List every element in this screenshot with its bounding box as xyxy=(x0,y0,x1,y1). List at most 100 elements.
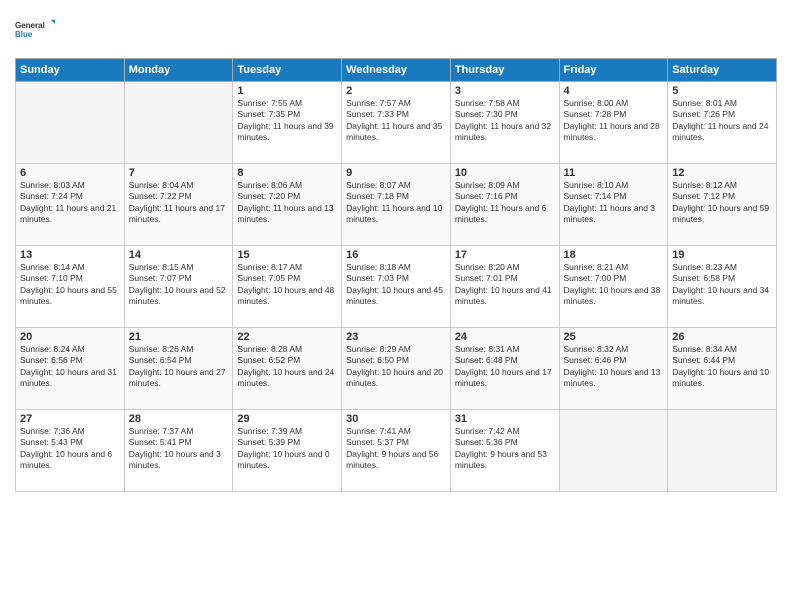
logo: General Blue xyxy=(15,10,55,50)
calendar-cell: 17 Sunrise: 8:20 AM Sunset: 7:01 PM Dayl… xyxy=(450,246,559,328)
day-header-sunday: Sunday xyxy=(16,59,125,82)
day-number: 24 xyxy=(455,331,555,343)
calendar-cell: 30 Sunrise: 7:41 AM Sunset: 5:37 PM Dayl… xyxy=(342,410,451,492)
day-number: 1 xyxy=(237,85,337,97)
day-header-thursday: Thursday xyxy=(450,59,559,82)
day-info: Sunrise: 8:24 AM Sunset: 6:56 PM Dayligh… xyxy=(20,344,120,390)
day-info: Sunrise: 8:18 AM Sunset: 7:03 PM Dayligh… xyxy=(346,262,446,308)
day-info: Sunrise: 8:09 AM Sunset: 7:16 PM Dayligh… xyxy=(455,180,555,226)
day-number: 5 xyxy=(672,85,772,97)
calendar-cell: 9 Sunrise: 8:07 AM Sunset: 7:18 PM Dayli… xyxy=(342,164,451,246)
day-number: 16 xyxy=(346,249,446,261)
day-number: 14 xyxy=(129,249,229,261)
day-info: Sunrise: 7:39 AM Sunset: 5:39 PM Dayligh… xyxy=(237,426,337,472)
calendar-cell: 8 Sunrise: 8:06 AM Sunset: 7:20 PM Dayli… xyxy=(233,164,342,246)
calendar-cell: 3 Sunrise: 7:58 AM Sunset: 7:30 PM Dayli… xyxy=(450,82,559,164)
day-number: 7 xyxy=(129,167,229,179)
calendar-cell xyxy=(668,410,777,492)
week-row-3: 13 Sunrise: 8:14 AM Sunset: 7:10 PM Dayl… xyxy=(16,246,777,328)
calendar-cell: 13 Sunrise: 8:14 AM Sunset: 7:10 PM Dayl… xyxy=(16,246,125,328)
day-number: 13 xyxy=(20,249,120,261)
day-header-tuesday: Tuesday xyxy=(233,59,342,82)
calendar-cell: 25 Sunrise: 8:32 AM Sunset: 6:46 PM Dayl… xyxy=(559,328,668,410)
calendar-table: SundayMondayTuesdayWednesdayThursdayFrid… xyxy=(15,58,777,492)
day-info: Sunrise: 8:10 AM Sunset: 7:14 PM Dayligh… xyxy=(564,180,664,226)
day-number: 18 xyxy=(564,249,664,261)
calendar-cell: 14 Sunrise: 8:15 AM Sunset: 7:07 PM Dayl… xyxy=(124,246,233,328)
day-info: Sunrise: 8:14 AM Sunset: 7:10 PM Dayligh… xyxy=(20,262,120,308)
day-number: 11 xyxy=(564,167,664,179)
day-info: Sunrise: 8:32 AM Sunset: 6:46 PM Dayligh… xyxy=(564,344,664,390)
day-info: Sunrise: 8:21 AM Sunset: 7:00 PM Dayligh… xyxy=(564,262,664,308)
calendar-cell: 23 Sunrise: 8:29 AM Sunset: 6:50 PM Dayl… xyxy=(342,328,451,410)
day-number: 26 xyxy=(672,331,772,343)
day-number: 29 xyxy=(237,413,337,425)
svg-text:General: General xyxy=(15,21,45,30)
calendar-cell: 21 Sunrise: 8:26 AM Sunset: 6:54 PM Dayl… xyxy=(124,328,233,410)
week-row-5: 27 Sunrise: 7:36 AM Sunset: 5:43 PM Dayl… xyxy=(16,410,777,492)
day-info: Sunrise: 8:26 AM Sunset: 6:54 PM Dayligh… xyxy=(129,344,229,390)
day-info: Sunrise: 7:57 AM Sunset: 7:33 PM Dayligh… xyxy=(346,98,446,144)
day-info: Sunrise: 8:15 AM Sunset: 7:07 PM Dayligh… xyxy=(129,262,229,308)
day-number: 23 xyxy=(346,331,446,343)
day-info: Sunrise: 8:01 AM Sunset: 7:26 PM Dayligh… xyxy=(672,98,772,144)
day-number: 2 xyxy=(346,85,446,97)
day-number: 8 xyxy=(237,167,337,179)
page: General Blue SundayMondayTuesdayWednesda… xyxy=(0,0,792,612)
calendar-cell: 4 Sunrise: 8:00 AM Sunset: 7:28 PM Dayli… xyxy=(559,82,668,164)
day-info: Sunrise: 8:34 AM Sunset: 6:44 PM Dayligh… xyxy=(672,344,772,390)
day-number: 30 xyxy=(346,413,446,425)
day-info: Sunrise: 8:28 AM Sunset: 6:52 PM Dayligh… xyxy=(237,344,337,390)
svg-text:Blue: Blue xyxy=(15,30,33,39)
logo-svg: General Blue xyxy=(15,10,55,50)
calendar-cell: 19 Sunrise: 8:23 AM Sunset: 6:58 PM Dayl… xyxy=(668,246,777,328)
day-number: 28 xyxy=(129,413,229,425)
calendar-cell: 15 Sunrise: 8:17 AM Sunset: 7:05 PM Dayl… xyxy=(233,246,342,328)
header: General Blue xyxy=(15,10,777,50)
day-number: 4 xyxy=(564,85,664,97)
day-number: 9 xyxy=(346,167,446,179)
calendar-cell: 24 Sunrise: 8:31 AM Sunset: 6:48 PM Dayl… xyxy=(450,328,559,410)
day-info: Sunrise: 8:03 AM Sunset: 7:24 PM Dayligh… xyxy=(20,180,120,226)
calendar-cell xyxy=(559,410,668,492)
calendar-cell: 12 Sunrise: 8:12 AM Sunset: 7:12 PM Dayl… xyxy=(668,164,777,246)
day-number: 27 xyxy=(20,413,120,425)
calendar-cell: 31 Sunrise: 7:42 AM Sunset: 5:36 PM Dayl… xyxy=(450,410,559,492)
day-info: Sunrise: 7:36 AM Sunset: 5:43 PM Dayligh… xyxy=(20,426,120,472)
day-info: Sunrise: 8:17 AM Sunset: 7:05 PM Dayligh… xyxy=(237,262,337,308)
day-info: Sunrise: 7:55 AM Sunset: 7:35 PM Dayligh… xyxy=(237,98,337,144)
day-info: Sunrise: 8:06 AM Sunset: 7:20 PM Dayligh… xyxy=(237,180,337,226)
week-row-1: 1 Sunrise: 7:55 AM Sunset: 7:35 PM Dayli… xyxy=(16,82,777,164)
day-info: Sunrise: 8:20 AM Sunset: 7:01 PM Dayligh… xyxy=(455,262,555,308)
week-row-4: 20 Sunrise: 8:24 AM Sunset: 6:56 PM Dayl… xyxy=(16,328,777,410)
day-header-wednesday: Wednesday xyxy=(342,59,451,82)
calendar-cell: 16 Sunrise: 8:18 AM Sunset: 7:03 PM Dayl… xyxy=(342,246,451,328)
calendar-cell: 5 Sunrise: 8:01 AM Sunset: 7:26 PM Dayli… xyxy=(668,82,777,164)
day-number: 25 xyxy=(564,331,664,343)
day-info: Sunrise: 7:41 AM Sunset: 5:37 PM Dayligh… xyxy=(346,426,446,472)
day-info: Sunrise: 8:23 AM Sunset: 6:58 PM Dayligh… xyxy=(672,262,772,308)
calendar-cell: 2 Sunrise: 7:57 AM Sunset: 7:33 PM Dayli… xyxy=(342,82,451,164)
calendar-cell: 28 Sunrise: 7:37 AM Sunset: 5:41 PM Dayl… xyxy=(124,410,233,492)
calendar-cell: 10 Sunrise: 8:09 AM Sunset: 7:16 PM Dayl… xyxy=(450,164,559,246)
day-number: 19 xyxy=(672,249,772,261)
day-info: Sunrise: 8:12 AM Sunset: 7:12 PM Dayligh… xyxy=(672,180,772,226)
day-info: Sunrise: 8:04 AM Sunset: 7:22 PM Dayligh… xyxy=(129,180,229,226)
calendar-cell: 11 Sunrise: 8:10 AM Sunset: 7:14 PM Dayl… xyxy=(559,164,668,246)
day-number: 3 xyxy=(455,85,555,97)
calendar-cell: 1 Sunrise: 7:55 AM Sunset: 7:35 PM Dayli… xyxy=(233,82,342,164)
day-number: 6 xyxy=(20,167,120,179)
day-number: 20 xyxy=(20,331,120,343)
day-number: 10 xyxy=(455,167,555,179)
day-info: Sunrise: 8:00 AM Sunset: 7:28 PM Dayligh… xyxy=(564,98,664,144)
calendar-cell: 26 Sunrise: 8:34 AM Sunset: 6:44 PM Dayl… xyxy=(668,328,777,410)
day-info: Sunrise: 7:58 AM Sunset: 7:30 PM Dayligh… xyxy=(455,98,555,144)
day-number: 17 xyxy=(455,249,555,261)
calendar-cell: 27 Sunrise: 7:36 AM Sunset: 5:43 PM Dayl… xyxy=(16,410,125,492)
day-header-saturday: Saturday xyxy=(668,59,777,82)
calendar-cell xyxy=(16,82,125,164)
day-info: Sunrise: 7:37 AM Sunset: 5:41 PM Dayligh… xyxy=(129,426,229,472)
week-row-2: 6 Sunrise: 8:03 AM Sunset: 7:24 PM Dayli… xyxy=(16,164,777,246)
day-info: Sunrise: 8:31 AM Sunset: 6:48 PM Dayligh… xyxy=(455,344,555,390)
day-info: Sunrise: 7:42 AM Sunset: 5:36 PM Dayligh… xyxy=(455,426,555,472)
